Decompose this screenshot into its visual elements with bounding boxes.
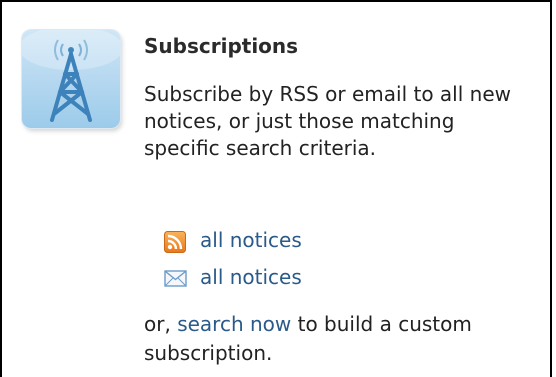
subscriptions-widget: Subscriptions Subscribe by RSS or email … [0, 0, 552, 377]
rss-icon[interactable] [164, 227, 200, 253]
rss-feed-item: all notices [164, 227, 302, 253]
search-now-link[interactable]: search now [177, 312, 291, 336]
email-icon[interactable] [164, 264, 200, 290]
email-all-notices-link[interactable]: all notices [200, 265, 302, 289]
rss-all-notices-link[interactable]: all notices [200, 228, 302, 252]
search-subscription-hint: or, search now to build a custom subscri… [144, 310, 524, 368]
widget-description: Subscribe by RSS or email to all new not… [144, 82, 511, 160]
email-feed-item: all notices [164, 264, 302, 290]
radio-tower-icon [22, 30, 120, 128]
widget-title: Subscriptions [144, 34, 299, 58]
footer-prefix: or, [144, 312, 178, 336]
